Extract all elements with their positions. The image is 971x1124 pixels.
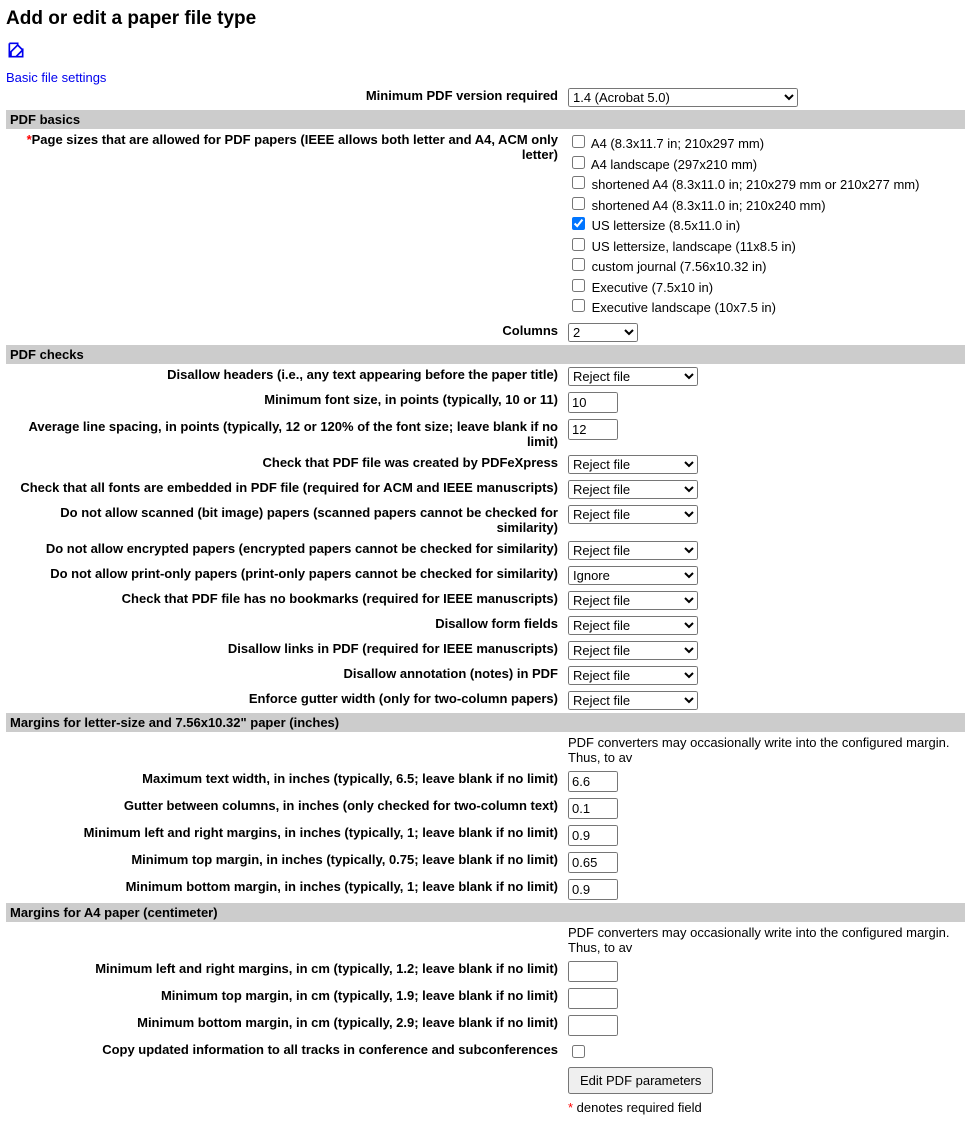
disallow-links-label: Disallow links in PDF (required for IEEE…: [6, 638, 564, 663]
no-bookmarks-label: Check that PDF file has no bookmarks (re…: [6, 588, 564, 613]
page-title: Add or edit a paper file type: [6, 8, 965, 30]
a4-bot-input[interactable]: [568, 1015, 618, 1036]
gutter-between-label: Gutter between columns, in inches (only …: [6, 795, 564, 822]
gutter-width-label: Enforce gutter width (only for two-colum…: [6, 688, 564, 713]
fonts-embedded-select[interactable]: Reject file: [568, 480, 698, 499]
min-bot-margin-input[interactable]: [568, 879, 618, 900]
max-textwidth-label: Maximum text width, in inches (typically…: [6, 768, 564, 795]
gutter-width-select[interactable]: Reject file: [568, 691, 698, 710]
pdfxpress-label: Check that PDF file was created by PDFeX…: [6, 452, 564, 477]
pagesize-executive[interactable]: [572, 279, 585, 292]
columns-select[interactable]: 2: [568, 323, 638, 342]
a4-top-label: Minimum top margin, in cm (typically, 1.…: [6, 985, 564, 1012]
no-bookmarks-select[interactable]: Reject file: [568, 591, 698, 610]
pagesize-short-a4-240[interactable]: [572, 197, 585, 210]
min-pdf-label: Minimum PDF version required: [6, 85, 564, 110]
fonts-embedded-label: Check that all fonts are embedded in PDF…: [6, 477, 564, 502]
disallow-formfields-select[interactable]: Reject file: [568, 616, 698, 635]
min-pdf-select[interactable]: 1.4 (Acrobat 5.0): [568, 88, 798, 107]
pagesize-a4[interactable]: [572, 135, 585, 148]
columns-label: Columns: [6, 320, 564, 345]
section-margins-letter: Margins for letter-size and 7.56x10.32" …: [6, 713, 965, 732]
disallow-links-select[interactable]: Reject file: [568, 641, 698, 660]
copy-tracks-checkbox[interactable]: [572, 1045, 585, 1058]
disallow-headers-select[interactable]: Reject file: [568, 367, 698, 386]
no-scanned-select[interactable]: Reject file: [568, 505, 698, 524]
copy-tracks-label: Copy updated information to all tracks i…: [6, 1039, 564, 1064]
section-pdf-basics: PDF basics: [6, 110, 965, 129]
pagesize-us-letter-landscape[interactable]: [572, 238, 585, 251]
no-printonly-label: Do not allow print-only papers (print-on…: [6, 563, 564, 588]
a4-bot-label: Minimum bottom margin, in cm (typically,…: [6, 1012, 564, 1039]
a4-top-input[interactable]: [568, 988, 618, 1009]
edit-pdf-parameters-button[interactable]: Edit PDF parameters: [568, 1067, 713, 1094]
pagesize-short-a4-279[interactable]: [572, 176, 585, 189]
no-encrypted-label: Do not allow encrypted papers (encrypted…: [6, 538, 564, 563]
pagesize-us-letter[interactable]: [572, 217, 585, 230]
min-bot-margin-label: Minimum bottom margin, in inches (typica…: [6, 876, 564, 903]
min-lr-margin-input[interactable]: [568, 825, 618, 846]
min-font-input[interactable]: [568, 392, 618, 413]
line-spacing-input[interactable]: [568, 419, 618, 440]
disallow-annot-label: Disallow annotation (notes) in PDF: [6, 663, 564, 688]
no-encrypted-select[interactable]: Reject file: [568, 541, 698, 560]
pagesize-executive-landscape[interactable]: [572, 299, 585, 312]
no-printonly-select[interactable]: Ignore: [568, 566, 698, 585]
line-spacing-label: Average line spacing, in points (typical…: [6, 416, 564, 452]
pagesize-custom-journal[interactable]: [572, 258, 585, 271]
a4-lr-input[interactable]: [568, 961, 618, 982]
max-textwidth-input[interactable]: [568, 771, 618, 792]
pdfxpress-select[interactable]: Reject file: [568, 455, 698, 474]
required-footnote: denotes required field: [573, 1100, 702, 1115]
min-font-label: Minimum font size, in points (typically,…: [6, 389, 564, 416]
a4-lr-label: Minimum left and right margins, in cm (t…: [6, 958, 564, 985]
edit-icon[interactable]: [6, 40, 26, 60]
no-scanned-label: Do not allow scanned (bit image) papers …: [6, 502, 564, 538]
disallow-annot-select[interactable]: Reject file: [568, 666, 698, 685]
gutter-between-input[interactable]: [568, 798, 618, 819]
margin-note-1: PDF converters may occasionally write in…: [564, 732, 965, 768]
section-margins-a4: Margins for A4 paper (centimeter): [6, 903, 965, 922]
pagesize-a4-landscape[interactable]: [572, 156, 585, 169]
min-top-margin-input[interactable]: [568, 852, 618, 873]
margin-note-2: PDF converters may occasionally write in…: [564, 922, 965, 958]
disallow-headers-label: Disallow headers (i.e., any text appeari…: [6, 364, 564, 389]
basic-file-settings-link[interactable]: Basic file settings: [6, 70, 106, 85]
section-pdf-checks: PDF checks: [6, 345, 965, 364]
disallow-formfields-label: Disallow form fields: [6, 613, 564, 638]
min-top-margin-label: Minimum top margin, in inches (typically…: [6, 849, 564, 876]
page-sizes-label: Page sizes that are allowed for PDF pape…: [32, 132, 558, 162]
min-lr-margin-label: Minimum left and right margins, in inche…: [6, 822, 564, 849]
